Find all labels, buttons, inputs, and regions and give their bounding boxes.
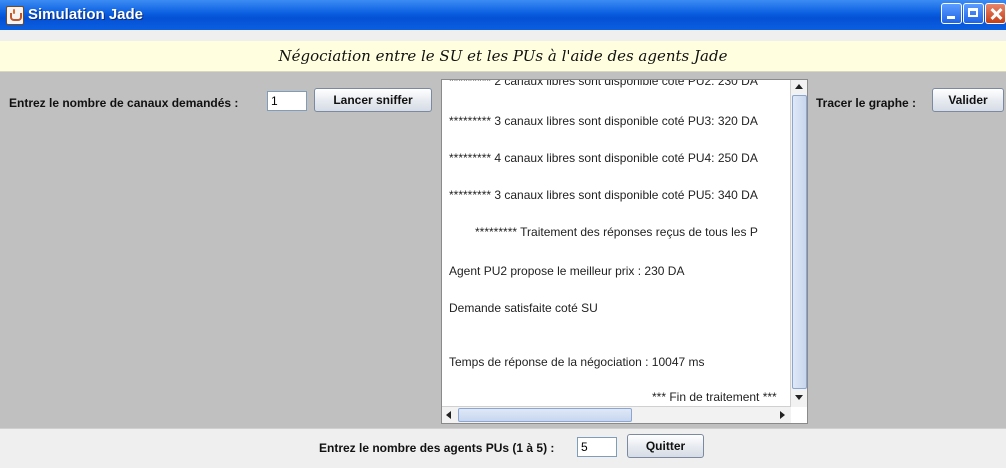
log-line: ********* 3 canaux libres sont disponibl… bbox=[449, 114, 758, 128]
scroll-down-icon[interactable] bbox=[795, 395, 803, 400]
log-line: ********* 2 canaux libres sont disponibl… bbox=[449, 80, 758, 88]
vertical-scrollbar[interactable] bbox=[790, 80, 807, 407]
channels-label: Entrez le nombre de canaux demandés : bbox=[9, 96, 239, 110]
scroll-up-icon[interactable] bbox=[795, 84, 803, 89]
horizontal-scroll-thumb[interactable] bbox=[458, 408, 632, 422]
agents-label: Entrez le nombre des agents PUs (1 à 5) … bbox=[319, 441, 555, 455]
validate-button[interactable]: Valider bbox=[932, 88, 1004, 112]
scroll-right-icon[interactable] bbox=[780, 411, 785, 419]
close-button[interactable] bbox=[985, 3, 1006, 24]
log-line: Agent PU2 propose le meilleur prix : 230… bbox=[449, 264, 685, 278]
log-line: ********* 3 canaux libres sont disponibl… bbox=[449, 188, 758, 202]
window-title: Simulation Jade bbox=[28, 6, 144, 23]
log-line: Temps de réponse de la négociation : 100… bbox=[449, 355, 705, 369]
graph-label: Tracer le graphe : bbox=[816, 96, 917, 110]
agents-input[interactable] bbox=[577, 437, 617, 457]
top-spacer bbox=[0, 30, 1006, 41]
maximize-button[interactable] bbox=[963, 3, 984, 24]
page-title: Négociation entre le SU et les PUs à l'a… bbox=[278, 47, 728, 65]
java-app-icon bbox=[6, 6, 24, 25]
launch-sniffer-button[interactable]: Lancer sniffer bbox=[314, 88, 432, 112]
log-line: *** Fin de traitement *** bbox=[652, 390, 777, 404]
scroll-left-icon[interactable] bbox=[446, 411, 451, 419]
minimize-button[interactable] bbox=[941, 3, 962, 24]
horizontal-scrollbar[interactable] bbox=[442, 406, 791, 423]
vertical-scroll-thumb[interactable] bbox=[792, 95, 807, 389]
log-scroll-pane[interactable]: ********* 2 canaux libres sont disponibl… bbox=[441, 79, 808, 424]
log-line: ********* Traitement des réponses reçus … bbox=[475, 225, 758, 239]
log-line: ********* 4 canaux libres sont disponibl… bbox=[449, 151, 758, 165]
channels-input[interactable] bbox=[267, 91, 307, 111]
title-bar: Simulation Jade bbox=[0, 0, 1006, 30]
log-text-area: ********* 2 canaux libres sont disponibl… bbox=[442, 80, 790, 407]
log-line: Demande satisfaite coté SU bbox=[449, 301, 598, 315]
quit-button[interactable]: Quitter bbox=[627, 434, 704, 458]
